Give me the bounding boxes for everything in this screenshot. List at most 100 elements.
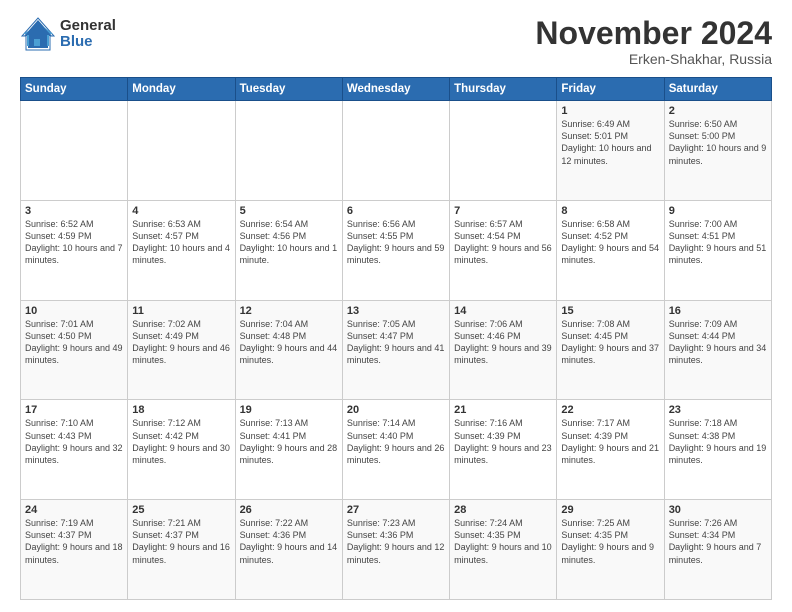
day-cell: [128, 101, 235, 201]
day-cell: 16Sunrise: 7:09 AM Sunset: 4:44 PM Dayli…: [664, 300, 771, 400]
day-info: Sunrise: 6:57 AM Sunset: 4:54 PM Dayligh…: [454, 218, 552, 267]
day-cell: 4Sunrise: 6:53 AM Sunset: 4:57 PM Daylig…: [128, 200, 235, 300]
day-info: Sunrise: 7:23 AM Sunset: 4:36 PM Dayligh…: [347, 517, 445, 566]
day-info: Sunrise: 7:16 AM Sunset: 4:39 PM Dayligh…: [454, 417, 552, 466]
day-cell: 15Sunrise: 7:08 AM Sunset: 4:45 PM Dayli…: [557, 300, 664, 400]
day-number: 29: [561, 504, 659, 516]
th-monday: Monday: [128, 78, 235, 101]
th-sunday: Sunday: [21, 78, 128, 101]
day-info: Sunrise: 7:09 AM Sunset: 4:44 PM Dayligh…: [669, 318, 767, 367]
day-cell: [450, 101, 557, 201]
week-row-0: 1Sunrise: 6:49 AM Sunset: 5:01 PM Daylig…: [21, 101, 772, 201]
day-number: 18: [132, 404, 230, 416]
day-cell: 1Sunrise: 6:49 AM Sunset: 5:01 PM Daylig…: [557, 101, 664, 201]
day-cell: 26Sunrise: 7:22 AM Sunset: 4:36 PM Dayli…: [235, 500, 342, 600]
week-row-3: 17Sunrise: 7:10 AM Sunset: 4:43 PM Dayli…: [21, 400, 772, 500]
day-cell: 30Sunrise: 7:26 AM Sunset: 4:34 PM Dayli…: [664, 500, 771, 600]
logo: General Blue: [20, 16, 116, 52]
day-cell: 21Sunrise: 7:16 AM Sunset: 4:39 PM Dayli…: [450, 400, 557, 500]
day-cell: 11Sunrise: 7:02 AM Sunset: 4:49 PM Dayli…: [128, 300, 235, 400]
day-info: Sunrise: 7:22 AM Sunset: 4:36 PM Dayligh…: [240, 517, 338, 566]
day-number: 11: [132, 305, 230, 317]
day-number: 22: [561, 404, 659, 416]
day-cell: 27Sunrise: 7:23 AM Sunset: 4:36 PM Dayli…: [342, 500, 449, 600]
day-number: 4: [132, 205, 230, 217]
day-info: Sunrise: 7:26 AM Sunset: 4:34 PM Dayligh…: [669, 517, 767, 566]
day-info: Sunrise: 7:19 AM Sunset: 4:37 PM Dayligh…: [25, 517, 123, 566]
day-number: 7: [454, 205, 552, 217]
th-tuesday: Tuesday: [235, 78, 342, 101]
th-thursday: Thursday: [450, 78, 557, 101]
day-number: 9: [669, 205, 767, 217]
day-info: Sunrise: 6:52 AM Sunset: 4:59 PM Dayligh…: [25, 218, 123, 267]
day-info: Sunrise: 7:06 AM Sunset: 4:46 PM Dayligh…: [454, 318, 552, 367]
week-row-1: 3Sunrise: 6:52 AM Sunset: 4:59 PM Daylig…: [21, 200, 772, 300]
calendar-table: Sunday Monday Tuesday Wednesday Thursday…: [20, 77, 772, 600]
day-cell: 7Sunrise: 6:57 AM Sunset: 4:54 PM Daylig…: [450, 200, 557, 300]
calendar-header: Sunday Monday Tuesday Wednesday Thursday…: [21, 78, 772, 101]
th-saturday: Saturday: [664, 78, 771, 101]
day-info: Sunrise: 7:14 AM Sunset: 4:40 PM Dayligh…: [347, 417, 445, 466]
day-info: Sunrise: 7:10 AM Sunset: 4:43 PM Dayligh…: [25, 417, 123, 466]
day-cell: 5Sunrise: 6:54 AM Sunset: 4:56 PM Daylig…: [235, 200, 342, 300]
day-number: 19: [240, 404, 338, 416]
day-cell: 22Sunrise: 7:17 AM Sunset: 4:39 PM Dayli…: [557, 400, 664, 500]
day-info: Sunrise: 7:12 AM Sunset: 4:42 PM Dayligh…: [132, 417, 230, 466]
day-number: 12: [240, 305, 338, 317]
logo-general-text: General: [60, 18, 116, 35]
day-cell: 13Sunrise: 7:05 AM Sunset: 4:47 PM Dayli…: [342, 300, 449, 400]
day-info: Sunrise: 6:49 AM Sunset: 5:01 PM Dayligh…: [561, 118, 659, 167]
th-friday: Friday: [557, 78, 664, 101]
day-info: Sunrise: 7:04 AM Sunset: 4:48 PM Dayligh…: [240, 318, 338, 367]
day-number: 27: [347, 504, 445, 516]
day-number: 10: [25, 305, 123, 317]
day-info: Sunrise: 7:08 AM Sunset: 4:45 PM Dayligh…: [561, 318, 659, 367]
day-info: Sunrise: 7:05 AM Sunset: 4:47 PM Dayligh…: [347, 318, 445, 367]
day-info: Sunrise: 7:00 AM Sunset: 4:51 PM Dayligh…: [669, 218, 767, 267]
day-number: 6: [347, 205, 445, 217]
day-number: 16: [669, 305, 767, 317]
day-info: Sunrise: 7:24 AM Sunset: 4:35 PM Dayligh…: [454, 517, 552, 566]
week-row-2: 10Sunrise: 7:01 AM Sunset: 4:50 PM Dayli…: [21, 300, 772, 400]
day-number: 8: [561, 205, 659, 217]
day-number: 24: [25, 504, 123, 516]
day-info: Sunrise: 6:58 AM Sunset: 4:52 PM Dayligh…: [561, 218, 659, 267]
day-cell: 18Sunrise: 7:12 AM Sunset: 4:42 PM Dayli…: [128, 400, 235, 500]
day-number: 14: [454, 305, 552, 317]
day-cell: 12Sunrise: 7:04 AM Sunset: 4:48 PM Dayli…: [235, 300, 342, 400]
day-number: 5: [240, 205, 338, 217]
day-number: 2: [669, 105, 767, 117]
day-info: Sunrise: 7:18 AM Sunset: 4:38 PM Dayligh…: [669, 417, 767, 466]
week-row-4: 24Sunrise: 7:19 AM Sunset: 4:37 PM Dayli…: [21, 500, 772, 600]
day-cell: 14Sunrise: 7:06 AM Sunset: 4:46 PM Dayli…: [450, 300, 557, 400]
day-info: Sunrise: 6:56 AM Sunset: 4:55 PM Dayligh…: [347, 218, 445, 267]
day-cell: 9Sunrise: 7:00 AM Sunset: 4:51 PM Daylig…: [664, 200, 771, 300]
day-info: Sunrise: 6:50 AM Sunset: 5:00 PM Dayligh…: [669, 118, 767, 167]
day-number: 23: [669, 404, 767, 416]
logo-text: General Blue: [60, 18, 116, 51]
day-info: Sunrise: 7:01 AM Sunset: 4:50 PM Dayligh…: [25, 318, 123, 367]
day-info: Sunrise: 7:21 AM Sunset: 4:37 PM Dayligh…: [132, 517, 230, 566]
day-cell: [21, 101, 128, 201]
day-cell: 2Sunrise: 6:50 AM Sunset: 5:00 PM Daylig…: [664, 101, 771, 201]
day-number: 17: [25, 404, 123, 416]
day-info: Sunrise: 7:17 AM Sunset: 4:39 PM Dayligh…: [561, 417, 659, 466]
day-cell: 24Sunrise: 7:19 AM Sunset: 4:37 PM Dayli…: [21, 500, 128, 600]
month-title: November 2024: [535, 16, 772, 51]
th-wednesday: Wednesday: [342, 78, 449, 101]
day-info: Sunrise: 6:53 AM Sunset: 4:57 PM Dayligh…: [132, 218, 230, 267]
day-number: 20: [347, 404, 445, 416]
day-number: 21: [454, 404, 552, 416]
day-cell: 6Sunrise: 6:56 AM Sunset: 4:55 PM Daylig…: [342, 200, 449, 300]
location: Erken-Shakhar, Russia: [535, 51, 772, 67]
day-number: 1: [561, 105, 659, 117]
day-cell: 8Sunrise: 6:58 AM Sunset: 4:52 PM Daylig…: [557, 200, 664, 300]
day-cell: 10Sunrise: 7:01 AM Sunset: 4:50 PM Dayli…: [21, 300, 128, 400]
title-block: November 2024 Erken-Shakhar, Russia: [535, 16, 772, 67]
day-info: Sunrise: 7:02 AM Sunset: 4:49 PM Dayligh…: [132, 318, 230, 367]
day-info: Sunrise: 7:13 AM Sunset: 4:41 PM Dayligh…: [240, 417, 338, 466]
day-cell: 19Sunrise: 7:13 AM Sunset: 4:41 PM Dayli…: [235, 400, 342, 500]
day-number: 28: [454, 504, 552, 516]
calendar: Sunday Monday Tuesday Wednesday Thursday…: [20, 77, 772, 600]
day-cell: 17Sunrise: 7:10 AM Sunset: 4:43 PM Dayli…: [21, 400, 128, 500]
